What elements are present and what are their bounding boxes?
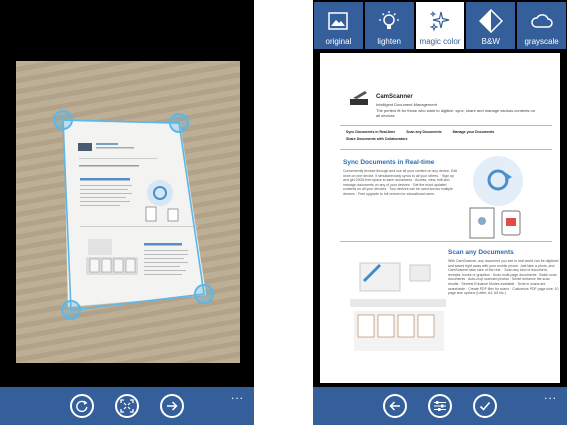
capture-screen: ... (0, 0, 254, 425)
filter-label: grayscale (524, 37, 559, 46)
doc-nav-item: Manage your Documents (452, 130, 495, 134)
more-options-button[interactable]: ... (544, 389, 557, 401)
doc-nav-sub: Share Documents with Collaborators (346, 137, 408, 141)
settings-sliders-icon (434, 401, 446, 411)
filter-magic-color[interactable]: magic color (415, 2, 465, 49)
filter-label: B&W (481, 37, 500, 46)
section-heading: Sync Documents in Real-time (343, 159, 435, 166)
next-button[interactable] (160, 394, 184, 418)
checkmark-icon (479, 401, 491, 411)
crop-handle[interactable] (61, 300, 81, 320)
enhance-screen: original lighten magic color B&W graysca… (313, 0, 567, 425)
bulb-icon (379, 11, 400, 29)
crop-handle[interactable] (194, 284, 214, 304)
filter-grayscale[interactable]: grayscale (517, 2, 566, 49)
doc-intro: The perfect fit for those who want to di… (376, 108, 535, 118)
filter-label: original (325, 37, 352, 46)
section-text: Conveniently browse through and use all … (343, 169, 458, 196)
doc-tagline: Intelligent Document Management (376, 102, 437, 107)
enhanced-document: CamScanner Intelligent Document Manageme… (320, 53, 560, 383)
filter-original[interactable]: original (314, 2, 363, 49)
crop-handle[interactable] (169, 113, 189, 133)
fit-borders-button[interactable] (115, 394, 139, 418)
scan-illustration (350, 262, 446, 351)
arrow-right-icon (167, 401, 178, 411)
camscanner-logo (350, 91, 368, 105)
document-illustrations (350, 91, 523, 351)
doc-nav-item: Sync Documents in Real-time (346, 130, 396, 134)
image-icon (328, 12, 349, 30)
doc-title: CamScanner (376, 94, 413, 100)
app-bar: ... (313, 387, 567, 425)
filter-lighten[interactable]: lighten (364, 2, 414, 49)
app-bar: ... (0, 387, 254, 425)
camera-preview (16, 61, 240, 363)
contrast-icon (478, 9, 503, 33)
adjust-button[interactable] (428, 394, 452, 418)
filter-bar: original lighten magic color B&W graysca… (313, 0, 567, 49)
sync-illustration (469, 156, 523, 239)
filter-label: magic color (419, 37, 461, 46)
confirm-button[interactable] (473, 394, 497, 418)
captured-document-photo (53, 110, 214, 320)
back-button[interactable] (383, 394, 407, 418)
doc-nav-item: Scan any Documents (406, 130, 442, 134)
more-options-button[interactable]: ... (231, 389, 244, 401)
divider (340, 149, 552, 150)
filter-bw[interactable]: B&W (466, 2, 516, 49)
crop-handle[interactable] (53, 110, 73, 130)
arrow-left-icon (389, 401, 400, 411)
divider (340, 241, 552, 242)
fit-borders-icon (120, 399, 134, 413)
filter-label: lighten (377, 37, 401, 46)
doc-nav: Sync Documents in Real-time Scan any Doc… (346, 130, 504, 134)
cloud-icon (530, 14, 553, 28)
section-heading: Scan any Documents (448, 249, 514, 256)
section-text: With CamScanner, any document you see in… (448, 259, 559, 296)
rotate-button[interactable] (70, 394, 94, 418)
rotate-icon (76, 400, 88, 413)
divider (340, 125, 552, 126)
sparkle-icon (429, 10, 450, 32)
